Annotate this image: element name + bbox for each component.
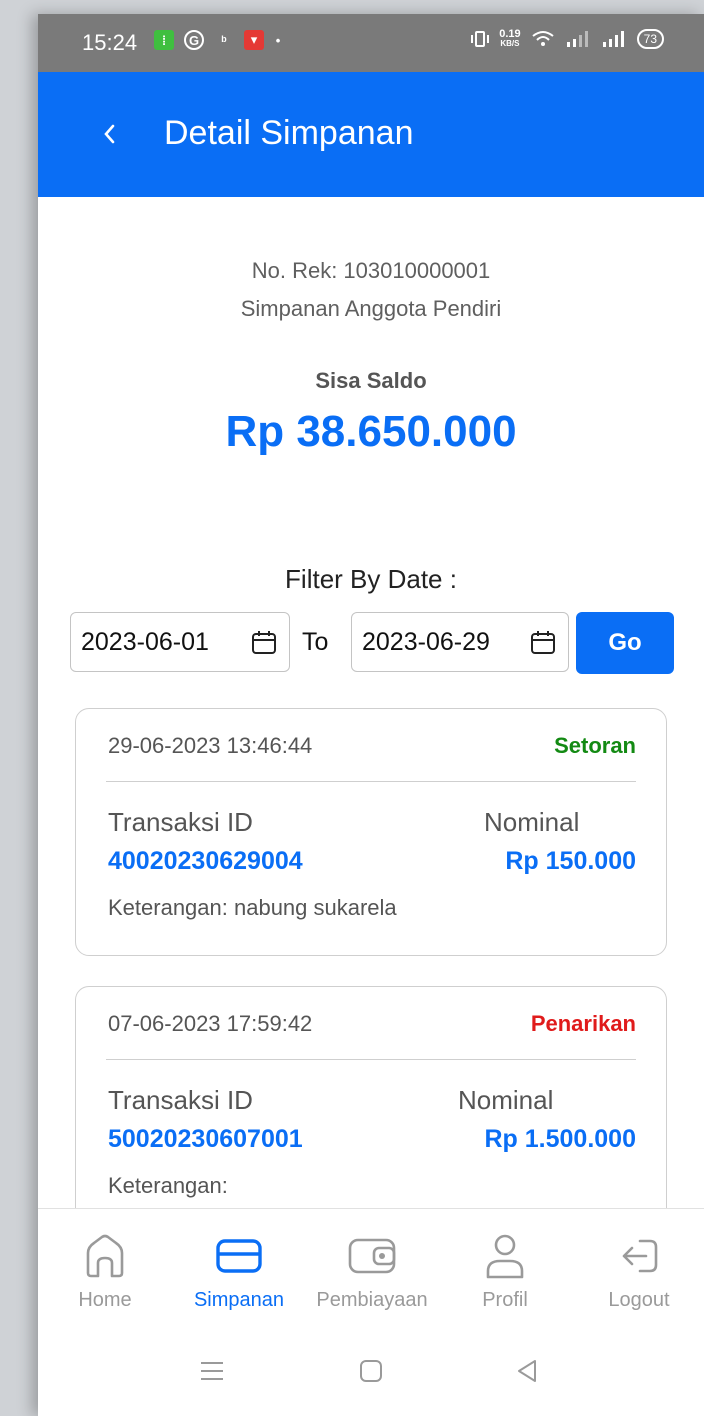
system-navigation-bar	[38, 1332, 704, 1416]
home-icon	[86, 1234, 124, 1278]
battery-indicator: 73	[636, 29, 664, 49]
chevron-left-icon	[104, 124, 115, 144]
transaction-datetime: 29-06-2023 13:46:44	[108, 733, 313, 758]
nav-item-pembiayaan[interactable]: Pembiayaan	[310, 1209, 434, 1333]
app-notification-icon-3: ▾	[244, 30, 264, 50]
go-button[interactable]: Go	[576, 612, 674, 674]
card-divider	[106, 1059, 636, 1060]
date-from-input[interactable]: 2023-06-01	[70, 612, 290, 672]
wallet-icon	[348, 1238, 396, 1274]
transaction-id-value: 40020230629004	[108, 847, 303, 875]
calendar-icon[interactable]	[251, 630, 277, 656]
network-speed-unit: KB/S	[500, 39, 520, 48]
status-right: 0.19 KB/S 73	[471, 29, 664, 49]
account-number: No. Rek: 103010000001	[251, 258, 491, 283]
vibrate-icon	[471, 31, 490, 47]
menu-icon[interactable]	[198, 1358, 226, 1384]
transaction-description: Keterangan:	[108, 1173, 228, 1198]
wifi-icon	[532, 31, 554, 46]
balance-label: Sisa Saldo	[315, 368, 427, 393]
network-speed-value: 0.19	[499, 28, 521, 40]
google-icon: G	[184, 30, 204, 50]
nav-label-home: Home	[78, 1289, 132, 1311]
filter-label: Filter By Date :	[285, 564, 457, 594]
transaction-description: Keterangan: nabung sukarela	[108, 895, 397, 920]
calendar-icon[interactable]	[530, 630, 556, 656]
nominal-value: Rp 1.500.000	[484, 1125, 637, 1153]
nav-label-simpanan: Simpanan	[193, 1289, 285, 1311]
app-notification-icon: ⁞	[154, 30, 174, 50]
account-type: Simpanan Anggota Pendiri	[240, 296, 502, 321]
date-from-value: 2023-06-01	[81, 627, 209, 656]
transaction-type: Setoran	[554, 733, 636, 758]
nav-label-logout: Logout	[608, 1289, 670, 1311]
signal-icon-2	[602, 31, 624, 47]
to-label: To	[302, 628, 329, 656]
app-notification-icon-2: ᵇ	[221, 32, 227, 48]
balance-value: Rp 38.650.000	[225, 407, 517, 456]
nominal-label: Nominal	[484, 807, 580, 837]
back-button[interactable]	[92, 114, 128, 154]
back-triangle-icon[interactable]	[514, 1358, 540, 1384]
nav-item-profil[interactable]: Profil	[470, 1209, 540, 1333]
phone-screen: 15:24 ⁞ G ᵇ ▾ • 0.19 KB/S 73 Detail Simp…	[38, 14, 704, 1416]
app-bar: Detail Simpanan	[38, 72, 704, 197]
page-title: Detail Simpanan	[164, 114, 414, 152]
nominal-label: Nominal	[458, 1085, 554, 1115]
nav-item-simpanan[interactable]: Simpanan	[184, 1209, 294, 1333]
transaction-datetime: 07-06-2023 17:59:42	[108, 1011, 313, 1036]
transaction-id-value: 50020230607001	[108, 1125, 303, 1153]
transaction-id-label: Transaksi ID	[108, 1085, 253, 1115]
status-time: 15:24	[82, 30, 138, 55]
nav-item-logout[interactable]: Logout	[600, 1209, 678, 1333]
transaction-id-label: Transaksi ID	[108, 807, 253, 837]
network-speed: 0.19 KB/S	[499, 29, 520, 49]
more-notifications-dot: •	[275, 32, 281, 48]
signal-icon	[566, 31, 588, 47]
date-to-input[interactable]: 2023-06-29	[351, 612, 569, 672]
card-divider	[106, 781, 636, 782]
logout-icon	[622, 1239, 658, 1273]
nav-label-profil: Profil	[482, 1289, 528, 1311]
nominal-value: Rp 150.000	[505, 847, 636, 875]
user-icon	[486, 1234, 524, 1279]
transaction-card[interactable]: 07-06-2023 17:59:42 Penarikan Transaksi …	[75, 986, 667, 1246]
notification-icons: ⁞ G ᵇ ▾ •	[154, 30, 282, 50]
bottom-navigation: Home Simpanan Pembiayaan Profil Logout	[38, 1208, 704, 1333]
date-to-value: 2023-06-29	[362, 627, 490, 656]
status-bar: 15:24 ⁞ G ᵇ ▾ • 0.19 KB/S 73	[38, 14, 704, 72]
transaction-card[interactable]: 29-06-2023 13:46:44 Setoran Transaksi ID…	[75, 708, 667, 956]
nav-item-home[interactable]: Home	[68, 1209, 142, 1333]
nav-label-pembiayaan: Pembiayaan	[316, 1289, 428, 1311]
transaction-type: Penarikan	[530, 1011, 636, 1036]
home-square-icon[interactable]	[358, 1358, 384, 1384]
card-icon	[216, 1239, 262, 1273]
